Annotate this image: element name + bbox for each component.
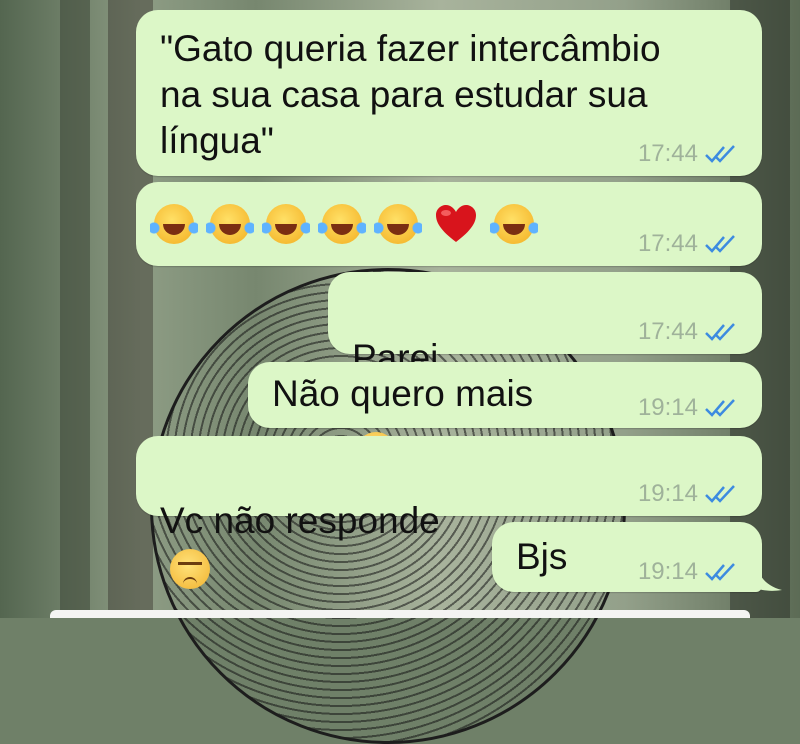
message-text: Não quero mais xyxy=(272,373,534,414)
message-bubble[interactable]: Vc não responde 19:14 xyxy=(136,436,762,590)
message-bubble[interactable]: "Gato queria fazer intercâmbio na sua ca… xyxy=(136,10,762,176)
message-meta: 17:44 xyxy=(638,140,740,168)
message-bubble[interactable]: Não quero mais 19:14 xyxy=(248,362,762,428)
message-meta: 17:44 xyxy=(638,230,740,258)
message-time: 17:44 xyxy=(637,140,698,167)
message-meta: 17:44 xyxy=(638,318,740,346)
message-meta: 19:14 xyxy=(638,558,740,586)
message-time: 17:44 xyxy=(637,230,698,257)
bubble-tail xyxy=(756,562,782,591)
message-text: Bjs xyxy=(516,536,568,577)
double-check-icon xyxy=(705,235,735,253)
unamused-face-emoji xyxy=(170,549,210,590)
message-bubble[interactable]: Parei 17:44 xyxy=(328,272,762,473)
message-meta: 19:14 xyxy=(638,480,740,508)
face-with-tears-of-joy-emoji xyxy=(206,204,254,244)
message-bubble[interactable]: 17:44 xyxy=(136,182,762,266)
double-check-icon xyxy=(705,563,735,581)
face-with-tears-of-joy-emoji xyxy=(262,204,310,244)
double-check-icon xyxy=(705,399,735,417)
message-emoji-row xyxy=(150,204,538,244)
message-meta: 19:14 xyxy=(638,394,740,422)
message-time: 19:14 xyxy=(637,394,698,421)
message-bubble[interactable]: Bjs 19:14 xyxy=(492,522,762,592)
bottom-edge xyxy=(50,610,750,618)
face-with-tears-of-joy-emoji xyxy=(318,204,366,244)
double-check-icon xyxy=(705,145,735,163)
face-with-tears-of-joy-emoji xyxy=(490,204,538,244)
message-time: 17:44 xyxy=(637,318,698,345)
double-check-icon xyxy=(705,323,735,341)
message-text: "Gato queria fazer intercâmbio na sua ca… xyxy=(160,28,661,161)
message-text: Vc não responde xyxy=(160,500,440,541)
double-check-icon xyxy=(705,485,735,503)
message-time: 19:14 xyxy=(637,480,698,507)
message-content: Vc não responde xyxy=(160,452,440,590)
wallpaper-tree-trunk xyxy=(60,0,90,618)
message-time: 19:14 xyxy=(637,558,698,585)
red-heart-emoji xyxy=(436,205,476,242)
face-with-tears-of-joy-emoji xyxy=(150,204,198,244)
face-with-tears-of-joy-emoji xyxy=(374,204,422,244)
